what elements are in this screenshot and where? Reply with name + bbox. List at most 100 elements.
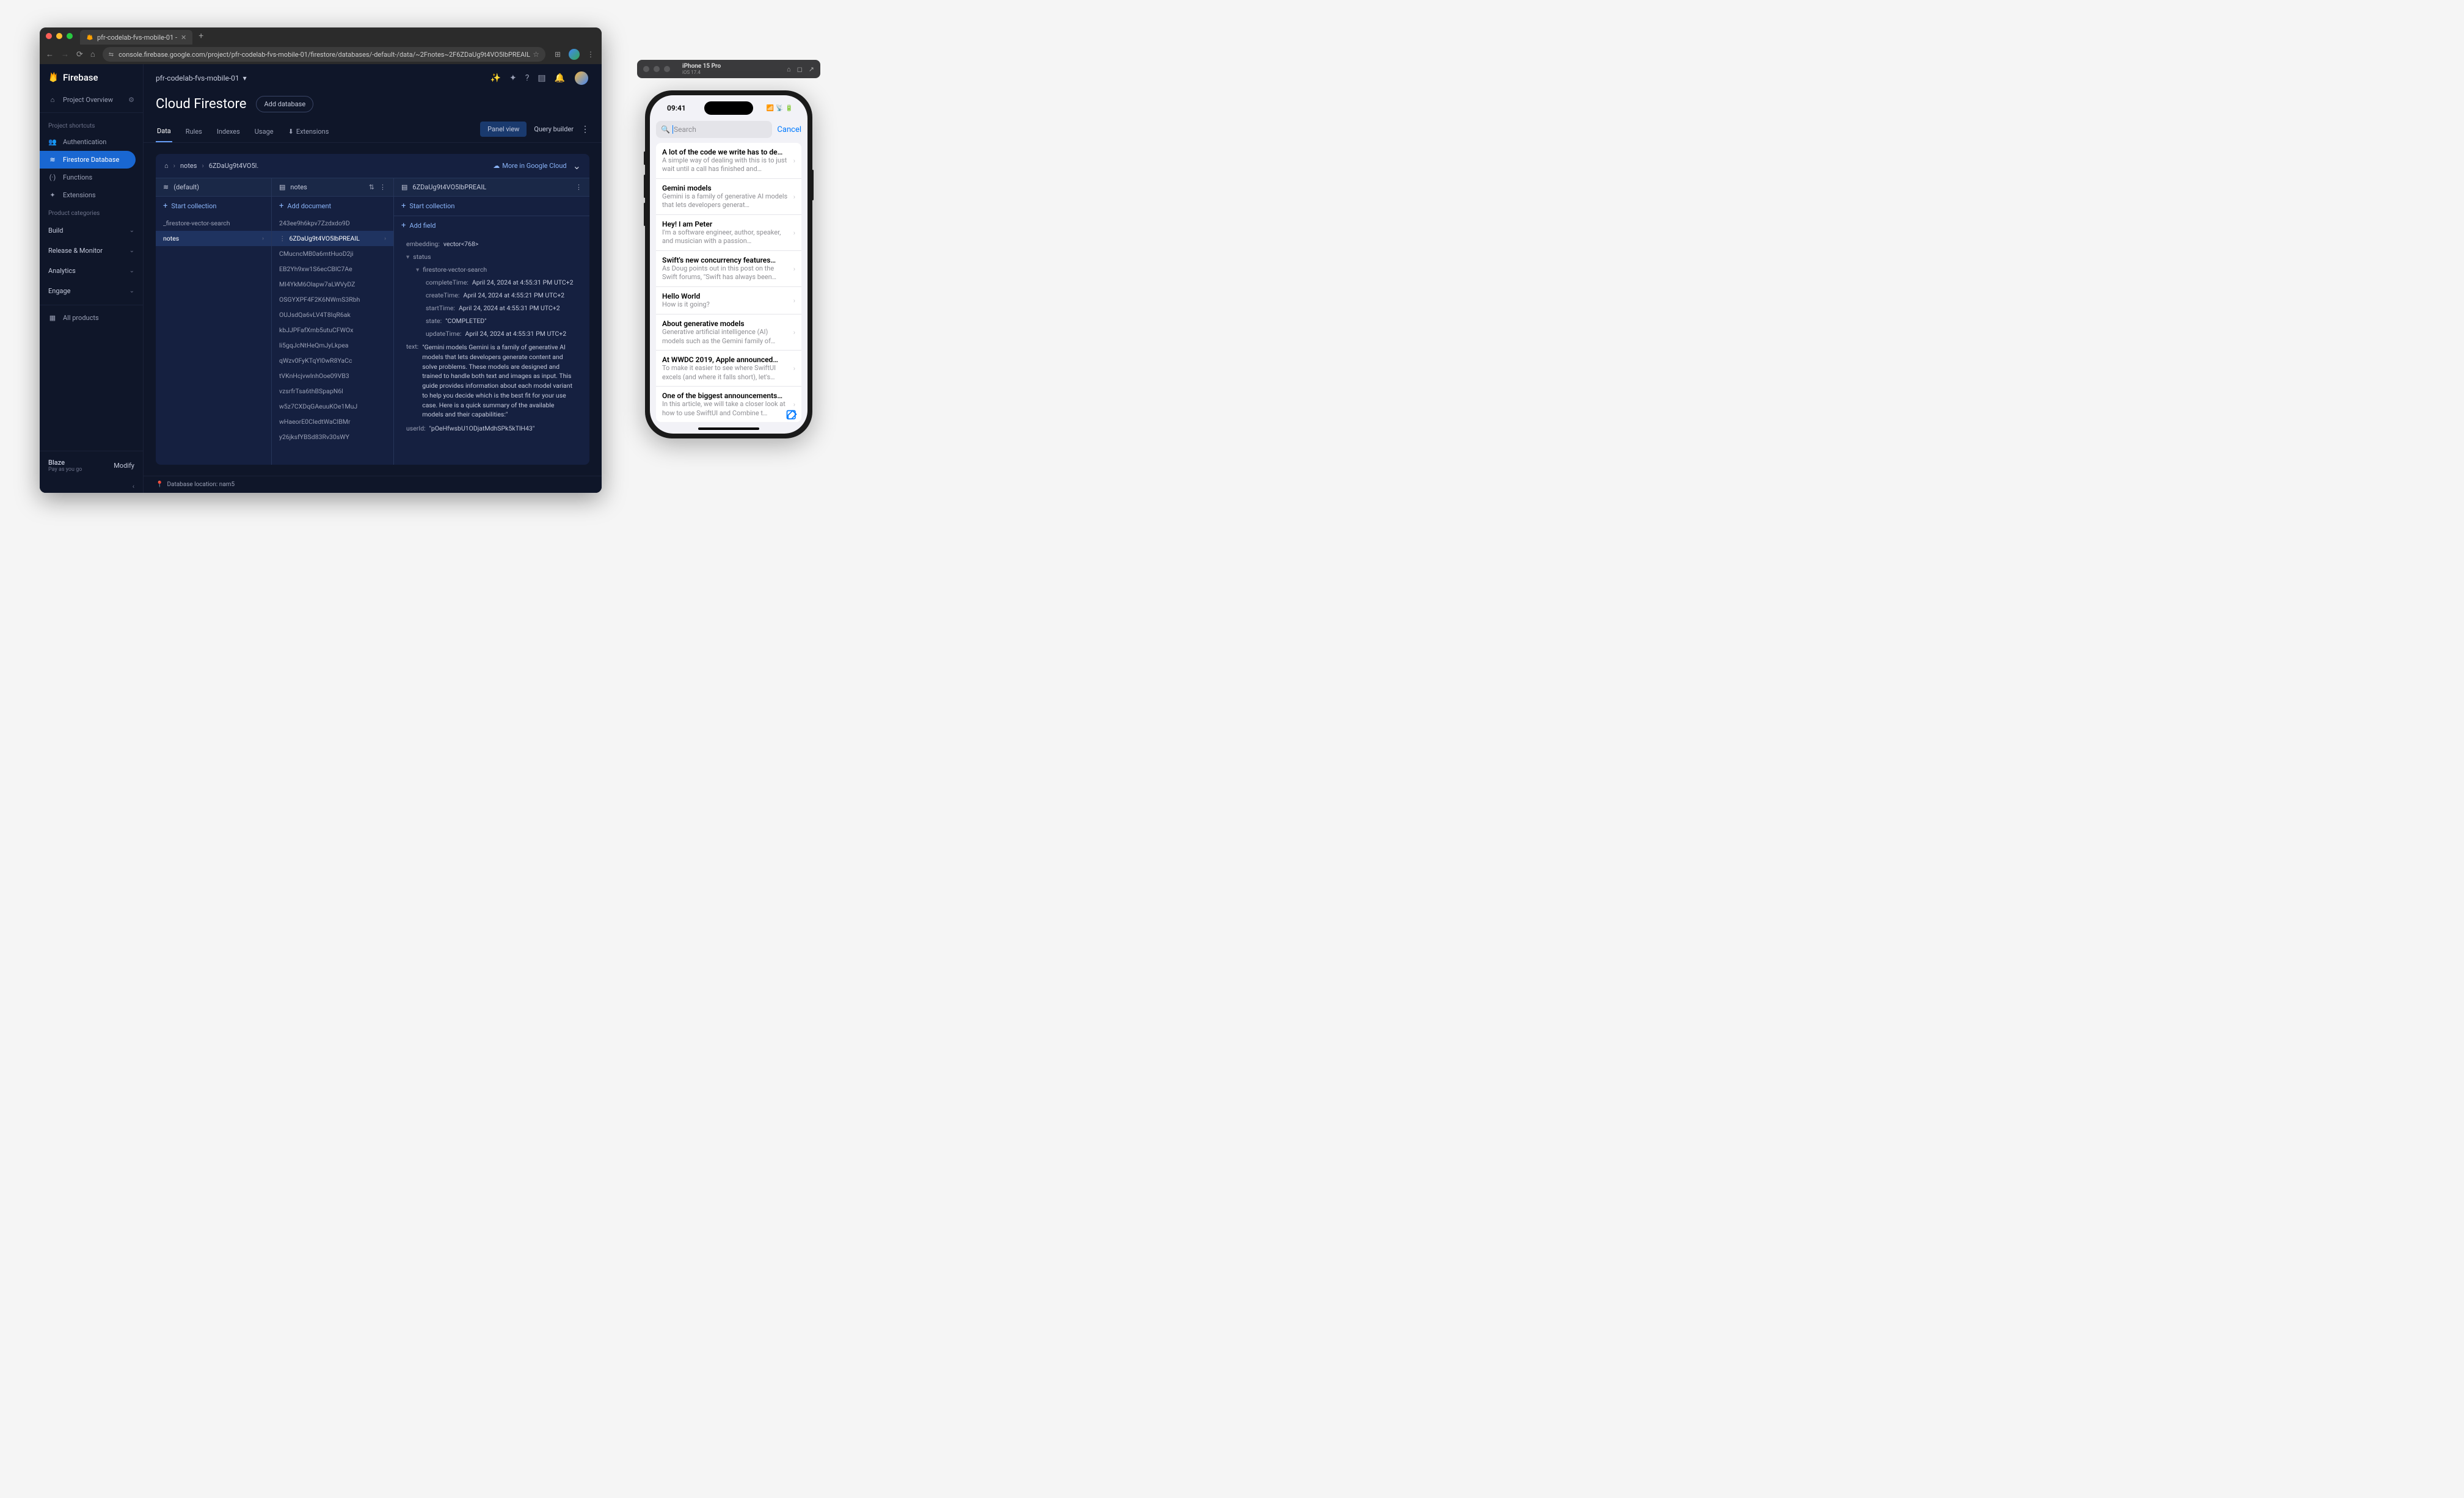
panel-view-button[interactable]: Panel view — [480, 122, 527, 137]
home-icon[interactable]: ⌂ — [164, 162, 169, 170]
user-avatar[interactable] — [574, 70, 589, 86]
more-icon[interactable]: ⋮ — [586, 49, 596, 59]
collection-row[interactable]: notes› — [156, 231, 271, 246]
tab-extensions[interactable]: ⬇Extensions — [287, 122, 330, 142]
add-field-button[interactable]: +Add field — [394, 216, 589, 235]
project-selector[interactable]: pfr-codelab-fvs-mobile-01 ▾ — [156, 74, 247, 82]
category-engage[interactable]: Engage⌄ — [40, 281, 143, 301]
extensions-icon[interactable]: ⊞ — [553, 49, 563, 59]
document-row[interactable]: OSGYXPF4F2K6NWmS3Rbh — [272, 292, 393, 307]
notes-icon[interactable]: ▤ — [538, 73, 545, 83]
category-analytics[interactable]: Analytics⌄ — [40, 261, 143, 281]
note-item[interactable]: Hello WorldHow is it going?› — [656, 287, 801, 315]
note-item[interactable]: About generative modelsGenerative artifi… — [656, 315, 801, 351]
forward-button[interactable]: → — [61, 49, 69, 59]
category-build[interactable]: Build⌄ — [40, 220, 143, 241]
column-header: ▤ 6ZDaUg9t4VO5lbPREAIL ⋮ — [394, 178, 589, 197]
sim-close-button[interactable] — [643, 66, 649, 72]
sidebar-item-authentication[interactable]: 👥 Authentication — [40, 133, 143, 151]
sidebar: Firebase ⌂ Project Overview ⚙ Project sh… — [40, 64, 144, 493]
gemini-icon[interactable]: ✦ — [509, 73, 517, 83]
back-button[interactable]: ← — [46, 49, 54, 59]
bookmark-icon[interactable]: ☆ — [533, 50, 539, 59]
modify-plan-button[interactable]: Modify — [114, 462, 134, 470]
document-row[interactable]: qWzv0FyKTqYl0wR8YaCc — [272, 353, 393, 368]
document-row[interactable]: tVKnHcjvwlnhOoe09VB3 — [272, 368, 393, 384]
start-collection-button[interactable]: +Start collection — [156, 197, 271, 216]
spark-icon[interactable]: ✨ — [490, 73, 501, 83]
document-row[interactable]: y26jksfYBSd83Rv30sWY — [272, 429, 393, 445]
sim-screenshot-icon[interactable]: ◻ — [797, 65, 803, 73]
compose-icon[interactable] — [785, 409, 798, 421]
tab-rules[interactable]: Rules — [184, 122, 203, 142]
sim-open-icon[interactable]: ↗ — [809, 65, 814, 73]
document-row[interactable]: MI4YkM6Olapw7aLWVyDZ — [272, 277, 393, 292]
document-row[interactable]: EB2Yh9xw1S6ecCBlC7Ae — [272, 261, 393, 277]
profile-avatar-icon[interactable] — [569, 49, 580, 60]
tab-indexes[interactable]: Indexes — [216, 122, 241, 142]
sidebar-item-functions[interactable]: (·) Functions — [40, 169, 143, 186]
project-overview-label: Project Overview — [63, 96, 113, 104]
search-input[interactable]: 🔍 Search — [656, 121, 772, 138]
query-builder-button[interactable]: Query builder — [534, 125, 574, 133]
add-document-button[interactable]: +Add document — [272, 197, 393, 216]
document-row[interactable]: 243ee9h6kpv7Zzdxdo9D — [272, 216, 393, 231]
sidebar-item-label: Extensions — [63, 191, 96, 199]
all-products-link[interactable]: ▦ All products — [40, 309, 143, 327]
sim-maximize-button[interactable] — [664, 66, 670, 72]
breadcrumb-item[interactable]: 6ZDaUg9t4VO5l. — [209, 162, 259, 170]
document-row[interactable]: OUJsdQa6vLV4T8IqR6ak — [272, 307, 393, 322]
sim-minimize-button[interactable] — [654, 66, 660, 72]
sidebar-item-extensions[interactable]: ✦ Extensions — [40, 186, 143, 204]
home-button[interactable]: ⌂ — [90, 49, 95, 59]
google-cloud-link[interactable]: ☁More in Google Cloud — [493, 162, 566, 170]
add-database-button[interactable]: Add database — [256, 96, 313, 112]
tab-data[interactable]: Data — [156, 121, 172, 142]
note-item[interactable]: A lot of the code we write has to de…A s… — [656, 143, 801, 179]
sidebar-item-firestore[interactable]: ≋ Firestore Database — [40, 151, 136, 169]
document-row[interactable]: kbJJPFafXmb5utuCFWOx — [272, 322, 393, 338]
document-row[interactable]: w5z7CXDqGAeuuKOe1MuJ — [272, 399, 393, 414]
project-overview-link[interactable]: ⌂ Project Overview ⚙ — [40, 91, 143, 109]
note-item[interactable]: One of the biggest announcements…In this… — [656, 387, 801, 422]
window-controls — [46, 33, 73, 39]
note-item[interactable]: At WWDC 2019, Apple announced…To make it… — [656, 351, 801, 387]
note-item[interactable]: Swift's new concurrency features…As Doug… — [656, 251, 801, 287]
document-row[interactable]: li5gqJcNtHeQmJyLkpea — [272, 338, 393, 353]
note-item[interactable]: Gemini modelsGemini is a family of gener… — [656, 179, 801, 215]
cancel-button[interactable]: Cancel — [777, 125, 801, 134]
document-row[interactable]: CMucncMB0a6mtHuoD2ji — [272, 246, 393, 261]
maximize-window-button[interactable] — [67, 33, 73, 39]
chevron-down-icon: ⌄ — [129, 227, 134, 234]
address-bar[interactable]: ⇆ console.firebase.google.com/project/pf… — [103, 47, 545, 62]
more-icon[interactable]: ⋮ — [575, 183, 582, 191]
home-indicator[interactable] — [698, 427, 759, 430]
tab-usage[interactable]: Usage — [253, 122, 275, 142]
category-release[interactable]: Release & Monitor⌄ — [40, 241, 143, 261]
document-row[interactable]: vzsrfrTsa6thBSpapN6l — [272, 384, 393, 399]
close-window-button[interactable] — [46, 33, 52, 39]
expand-icon[interactable]: ⌄ — [573, 160, 581, 172]
reload-button[interactable]: ⟳ — [76, 50, 83, 59]
new-tab-button[interactable]: + — [199, 31, 203, 41]
document-row[interactable]: ⋮6ZDaUg9t4VO5lbPREAIL› — [272, 231, 393, 246]
collapse-sidebar-button[interactable]: ‹ — [40, 480, 143, 493]
document-row[interactable]: wHaeorE0CIedtWaCIBMr — [272, 414, 393, 429]
firebase-logo[interactable]: Firebase — [40, 64, 143, 91]
more-icon[interactable]: ⋮ — [379, 183, 386, 191]
collection-row[interactable]: _firestore-vector-search — [156, 216, 271, 231]
gear-icon[interactable]: ⚙ — [128, 96, 134, 104]
extensions-icon: ✦ — [48, 191, 57, 199]
more-icon[interactable]: ⋮ — [581, 125, 589, 134]
site-info-icon[interactable]: ⇆ — [109, 51, 114, 58]
sim-home-icon[interactable]: ⌂ — [787, 65, 791, 73]
start-collection-button[interactable]: +Start collection — [394, 197, 589, 216]
breadcrumb-item[interactable]: notes — [180, 162, 197, 170]
help-icon[interactable]: ? — [525, 73, 530, 83]
notifications-icon[interactable]: 🔔 — [555, 73, 565, 83]
note-item[interactable]: Hey! I am PeterI'm a software engineer, … — [656, 215, 801, 251]
browser-tab[interactable]: pfr-codelab-fvs-mobile-01 - ✕ — [80, 30, 192, 45]
minimize-window-button[interactable] — [56, 33, 62, 39]
filter-icon[interactable]: ⇅ — [369, 183, 374, 191]
close-tab-icon[interactable]: ✕ — [181, 34, 186, 42]
